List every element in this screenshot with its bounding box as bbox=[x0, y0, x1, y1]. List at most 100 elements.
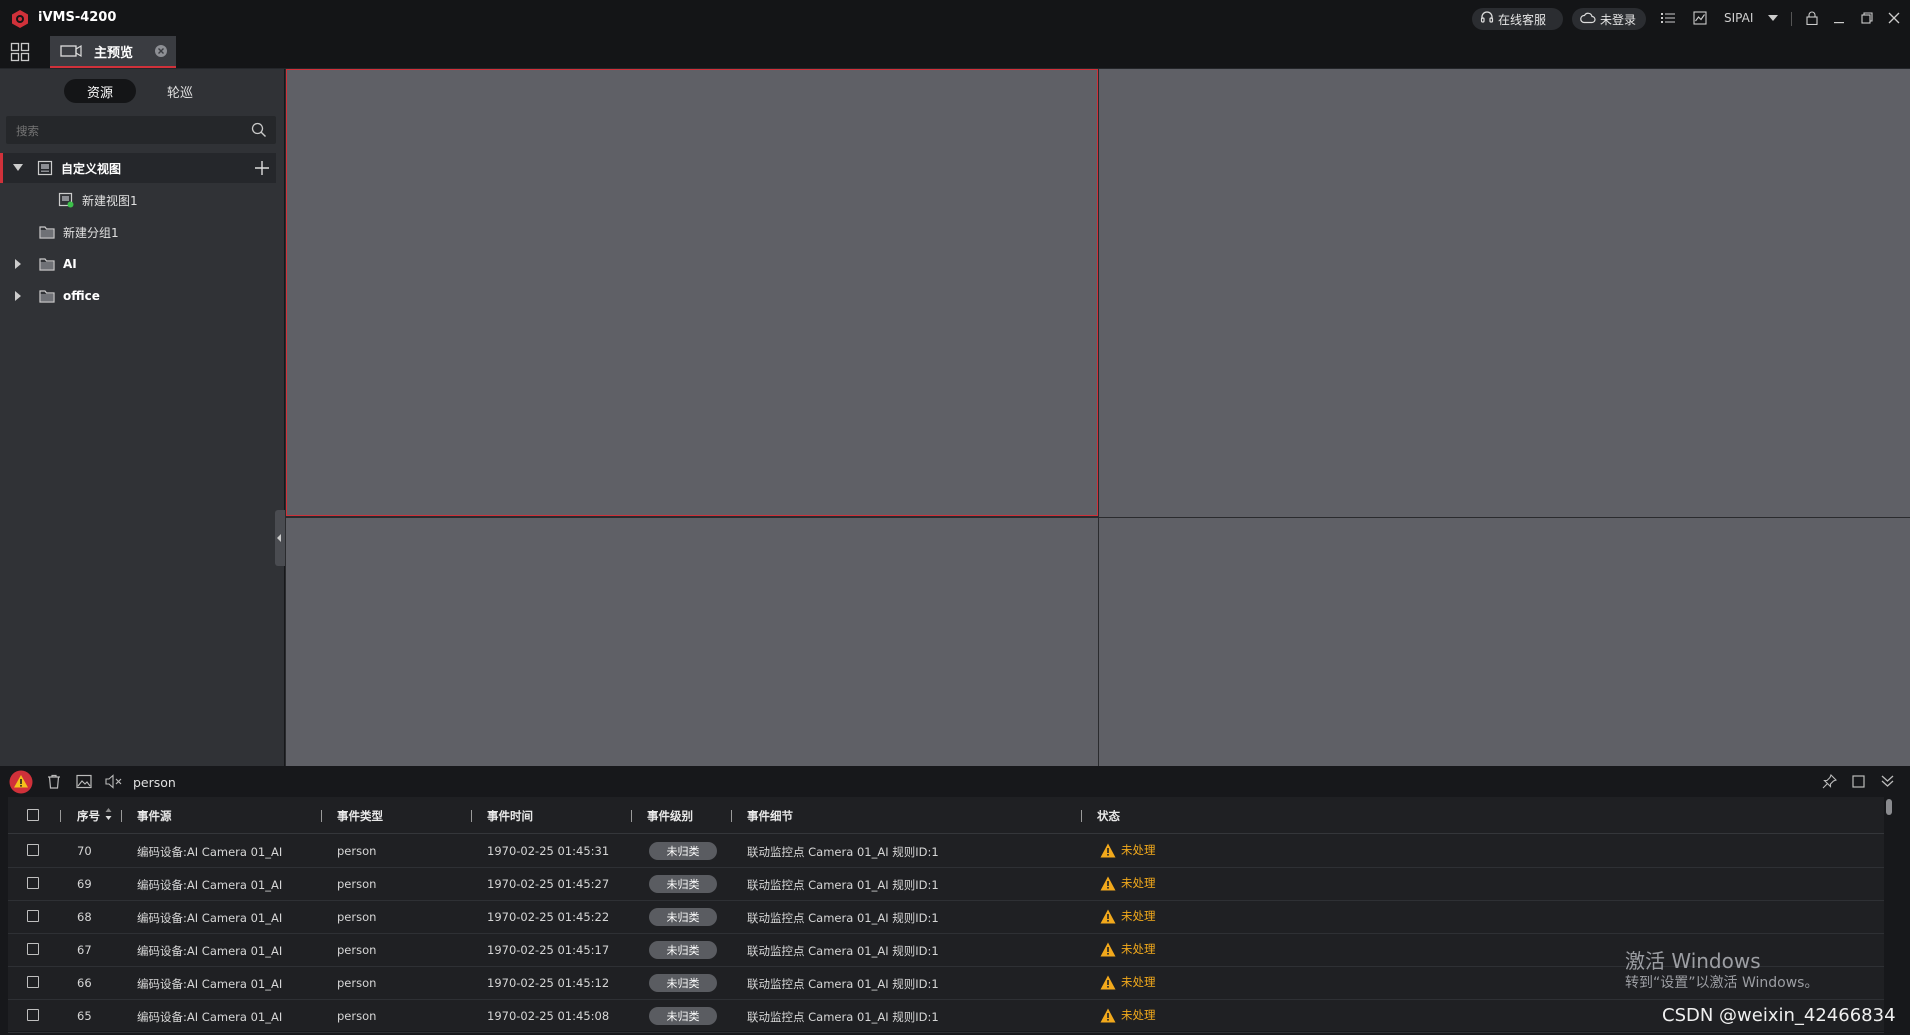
module-grid-icon[interactable] bbox=[10, 42, 30, 62]
username-label: SIPAI bbox=[1724, 11, 1754, 25]
column-header-level[interactable]: 事件级别 bbox=[647, 808, 693, 824]
cell-detail: 联动监控点 Camera 01_AI 规则ID:1 bbox=[747, 911, 939, 925]
cell-source: 编码设备:AI Camera 01_AI bbox=[137, 911, 283, 925]
tree-item-office[interactable]: office bbox=[0, 281, 276, 311]
view-icon bbox=[37, 160, 53, 176]
delete-icon[interactable] bbox=[47, 774, 61, 792]
titlebar-divider bbox=[1791, 12, 1792, 26]
warning-icon bbox=[1100, 843, 1116, 857]
search-icon[interactable] bbox=[251, 122, 267, 138]
video-window-3[interactable] bbox=[286, 518, 1098, 766]
cell-type: person bbox=[337, 877, 377, 891]
video-window-1[interactable] bbox=[286, 69, 1098, 516]
table-row[interactable]: 70 编码设备:AI Camera 01_AI person 1970-02-25 0… bbox=[8, 834, 1884, 868]
table-row[interactable]: 65 编码设备:AI Camera 01_AI person 1970-02-25 0… bbox=[8, 999, 1884, 1033]
lock-icon[interactable] bbox=[1803, 9, 1821, 27]
maximize-panel-icon[interactable] bbox=[1852, 775, 1865, 791]
user-dropdown-icon[interactable] bbox=[1764, 9, 1782, 27]
alarm-icon[interactable] bbox=[9, 770, 33, 794]
cell-time: 1970-02-25 01:45:17 bbox=[487, 943, 610, 957]
table-row[interactable]: 68 编码设备:AI Camera 01_AI person 1970-02-25 0… bbox=[8, 900, 1884, 934]
collapsed-arrow-icon[interactable] bbox=[15, 291, 21, 301]
segment-resources[interactable]: 资源 bbox=[64, 79, 136, 103]
table-row[interactable]: 69 编码设备:AI Camera 01_AI person 1970-02-25 0… bbox=[8, 867, 1884, 901]
status-label: 未处理 bbox=[1121, 876, 1156, 890]
close-icon[interactable] bbox=[1885, 9, 1903, 27]
app-logo-icon bbox=[10, 9, 30, 29]
table-scrollbar[interactable] bbox=[1886, 799, 1892, 815]
segment-patrol[interactable]: 轮巡 bbox=[144, 79, 216, 103]
tree-item-new-view[interactable]: 新建视图1 bbox=[0, 185, 276, 215]
collapsed-arrow-icon[interactable] bbox=[15, 259, 21, 269]
tree-item-ai[interactable]: AI bbox=[0, 249, 276, 279]
cell-id: 65 bbox=[77, 1009, 92, 1023]
row-checkbox[interactable] bbox=[27, 844, 39, 856]
image-icon[interactable] bbox=[76, 774, 92, 792]
tab-close-icon[interactable] bbox=[154, 44, 168, 58]
column-header-source[interactable]: 事件源 bbox=[137, 808, 172, 824]
expanded-arrow-icon[interactable] bbox=[13, 164, 23, 172]
column-divider bbox=[631, 810, 632, 822]
column-divider bbox=[1081, 810, 1082, 822]
app-title: iVMS-4200 bbox=[38, 10, 117, 25]
level-badge: 未归类 bbox=[649, 842, 717, 860]
event-filter-text: person bbox=[133, 775, 176, 790]
column-header-type[interactable]: 事件类型 bbox=[337, 808, 383, 824]
cloud-login-button[interactable]: 未登录 bbox=[1572, 8, 1646, 30]
cell-detail: 联动监控点 Camera 01_AI 规则ID:1 bbox=[747, 977, 939, 991]
status-cell: 未处理 bbox=[1100, 974, 1156, 990]
tree-item-new-group[interactable]: 新建分组1 bbox=[0, 217, 276, 247]
cell-type: person bbox=[337, 943, 377, 957]
cell-time: 1970-02-25 01:45:31 bbox=[487, 844, 610, 858]
warning-icon bbox=[1100, 1008, 1116, 1022]
mute-icon[interactable] bbox=[105, 774, 123, 792]
cell-id: 66 bbox=[77, 976, 92, 990]
column-header-time[interactable]: 事件时间 bbox=[487, 808, 533, 824]
video-window-4[interactable] bbox=[1099, 518, 1910, 766]
tab-label: 主预览 bbox=[94, 45, 134, 61]
cell-time: 1970-02-25 01:45:27 bbox=[487, 877, 610, 891]
add-view-icon[interactable] bbox=[254, 160, 270, 176]
list-icon[interactable] bbox=[1659, 9, 1677, 27]
select-all-checkbox[interactable] bbox=[27, 809, 39, 821]
search-box[interactable] bbox=[6, 116, 276, 144]
row-checkbox[interactable] bbox=[27, 1009, 39, 1021]
system-monitor-icon[interactable] bbox=[1691, 9, 1709, 27]
pin-icon[interactable] bbox=[1822, 774, 1837, 792]
cell-id: 68 bbox=[77, 910, 92, 924]
online-service-button[interactable]: 在线客服 bbox=[1472, 8, 1563, 30]
column-header-status[interactable]: 状态 bbox=[1097, 808, 1120, 824]
collapse-panel-icon[interactable] bbox=[1881, 774, 1894, 791]
status-cell: 未处理 bbox=[1100, 1007, 1156, 1023]
tree-item-custom-view[interactable]: 自定义视图 bbox=[0, 153, 276, 183]
row-checkbox[interactable] bbox=[27, 943, 39, 955]
panel-collapse-handle[interactable] bbox=[275, 510, 285, 566]
warning-icon bbox=[1100, 876, 1116, 890]
activate-windows-title: 激活 Windows bbox=[1625, 949, 1761, 973]
table-row[interactable]: 66 编码设备:AI Camera 01_AI person 1970-02-25 0… bbox=[8, 966, 1884, 1000]
tab-main-preview[interactable]: 主预览 bbox=[50, 36, 176, 68]
search-input[interactable] bbox=[14, 121, 238, 141]
video-window-2[interactable] bbox=[1099, 69, 1910, 517]
status-cell: 未处理 bbox=[1100, 875, 1156, 891]
restore-icon[interactable] bbox=[1858, 9, 1876, 27]
level-badge: 未归类 bbox=[649, 974, 717, 992]
status-cell: 未处理 bbox=[1100, 941, 1156, 957]
tree-label: AI bbox=[63, 257, 77, 271]
row-checkbox[interactable] bbox=[27, 877, 39, 889]
status-label: 未处理 bbox=[1121, 942, 1156, 956]
column-divider bbox=[321, 810, 322, 822]
row-checkbox[interactable] bbox=[27, 976, 39, 988]
sort-icon[interactable] bbox=[105, 807, 112, 824]
cell-detail: 联动监控点 Camera 01_AI 规则ID:1 bbox=[747, 944, 939, 958]
column-divider bbox=[731, 810, 732, 822]
column-header-detail[interactable]: 事件细节 bbox=[747, 808, 793, 824]
table-header: 序号 事件源 事件类型 事件时间 事件级别 事件细节 状态 bbox=[8, 797, 1884, 834]
cell-time: 1970-02-25 01:45:08 bbox=[487, 1009, 610, 1023]
column-divider bbox=[471, 810, 472, 822]
minimize-icon[interactable] bbox=[1830, 9, 1848, 27]
column-header-id[interactable]: 序号 bbox=[77, 808, 100, 824]
folder-icon bbox=[39, 257, 55, 271]
table-row[interactable]: 67 编码设备:AI Camera 01_AI person 1970-02-25 0… bbox=[8, 933, 1884, 967]
row-checkbox[interactable] bbox=[27, 910, 39, 922]
